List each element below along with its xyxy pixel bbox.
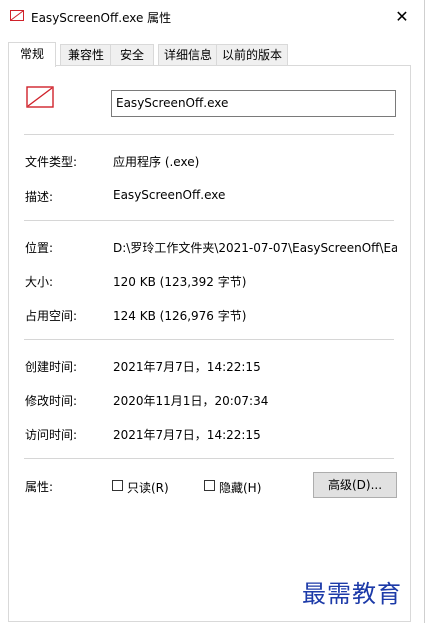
tab-security[interactable]: 安全 [110,44,154,66]
tab-previous-versions[interactable]: 以前的版本 [216,44,288,66]
broken-image-icon [10,10,24,21]
tab-details[interactable]: 详细信息 [158,44,218,66]
description-label: 描述: [25,190,54,204]
accessed-value: 2021年7月7日，14:22:15 [113,428,261,442]
disk-size-value: 124 KB (126,976 字节) [113,309,247,323]
readonly-checkbox-label[interactable]: 只读(R) [127,479,169,496]
separator [24,339,394,340]
location-value[interactable]: D:\罗玲工作文件夹\2021-07-07\EasyScreenOff\Easy… [113,239,397,256]
attributes-label: 属性: [25,480,54,494]
file-type-value: 应用程序 (.exe) [113,155,200,169]
modified-label: 修改时间: [25,394,78,408]
window-title: EasyScreenOff.exe 属性 [31,11,172,25]
file-type-label: 文件类型: [25,155,78,169]
title-bar: EasyScreenOff.exe 属性 ✕ [0,0,425,36]
description-value: EasyScreenOff.exe [113,188,226,202]
created-value: 2021年7月7日，14:22:15 [113,360,261,374]
size-value: 120 KB (123,392 字节) [113,275,247,289]
disk-size-label: 占用空间: [25,309,78,323]
broken-image-icon [26,86,54,108]
hidden-checkbox[interactable] [204,480,215,491]
separator [24,134,394,135]
size-label: 大小: [25,275,54,289]
advanced-button[interactable]: 高级(D)... [313,472,397,498]
tab-bar: 常规 兼容性 安全 详细信息 以前的版本 [8,42,418,67]
file-name-field[interactable]: EasyScreenOff.exe [111,90,396,117]
modified-value: 2020年11月1日，20:07:34 [113,394,269,408]
close-button[interactable]: ✕ [379,0,425,32]
tab-compatibility[interactable]: 兼容性 [60,44,112,66]
watermark-logo: 最需教育 [302,580,402,608]
tab-general[interactable]: 常规 [8,42,56,67]
location-label: 位置: [25,241,54,255]
close-icon: ✕ [395,6,409,26]
separator [24,220,394,221]
created-label: 创建时间: [25,360,78,374]
readonly-checkbox[interactable] [112,480,123,491]
hidden-checkbox-label[interactable]: 隐藏(H) [219,479,261,496]
general-panel [8,65,411,622]
separator [24,458,394,459]
accessed-label: 访问时间: [25,428,78,442]
